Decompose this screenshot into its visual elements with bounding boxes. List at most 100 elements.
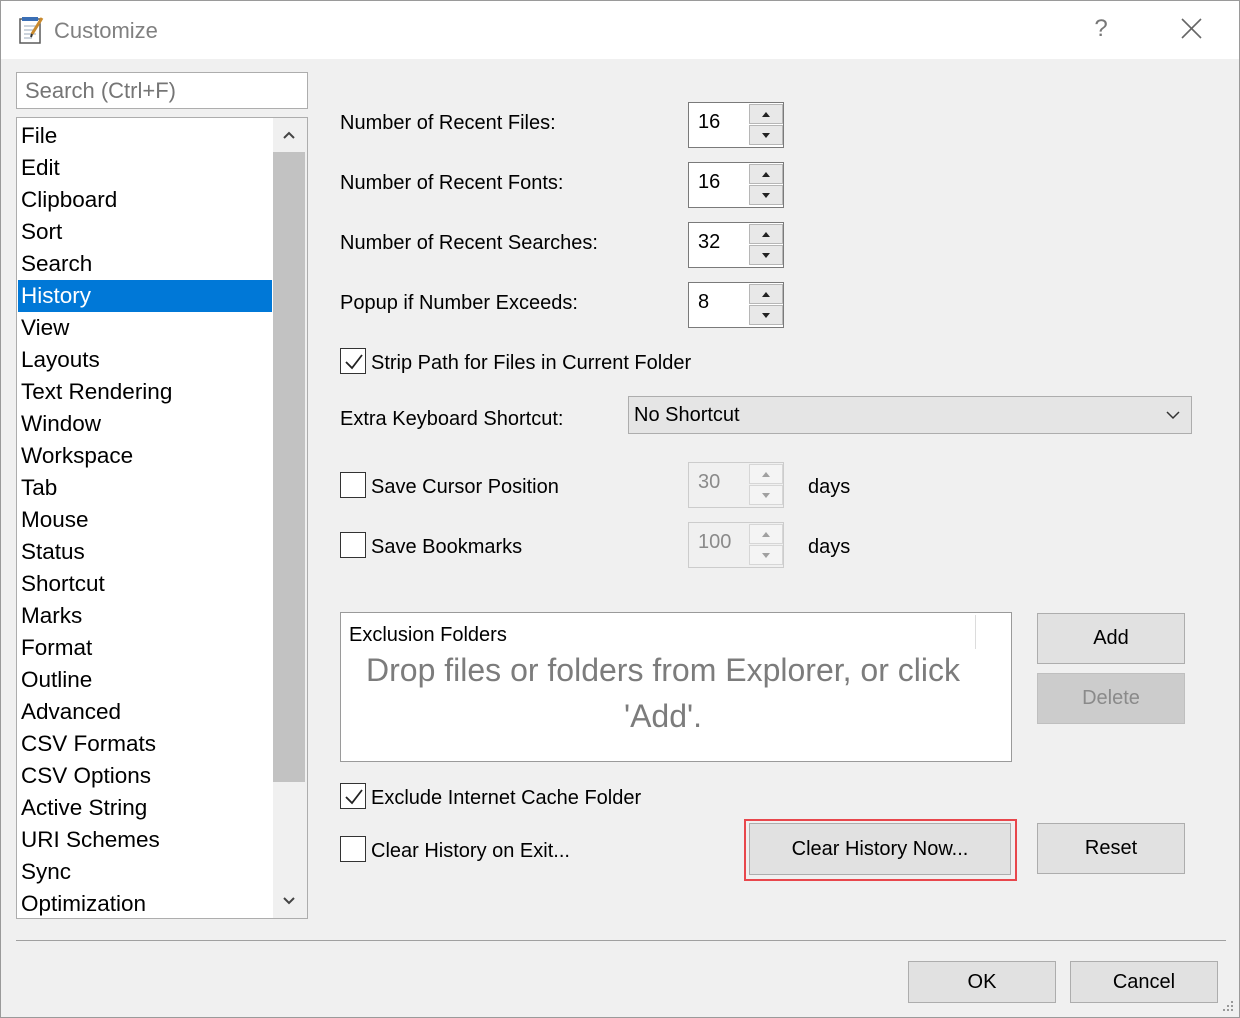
close-icon [1181, 18, 1202, 39]
shortcut-label: Extra Keyboard Shortcut: [340, 408, 564, 430]
add-button[interactable]: Add [1037, 613, 1185, 664]
exclusion-folders-header: Exclusion Folders [349, 624, 507, 646]
clear-on-exit-checkbox[interactable] [340, 836, 366, 862]
chevron-down-icon [1166, 411, 1180, 420]
category-item[interactable]: CSV Options [18, 760, 272, 792]
category-item[interactable]: Sort [18, 216, 272, 248]
recent-fonts-up[interactable] [749, 164, 783, 184]
save-bookmarks-days-unit: days [808, 536, 851, 558]
category-item[interactable]: Status [18, 536, 272, 568]
category-item[interactable]: Clipboard [18, 184, 272, 216]
exclusion-drop-hint: Drop files or folders from Explorer, or … [366, 652, 960, 734]
clear-history-now-button[interactable]: Clear History Now... [749, 823, 1011, 875]
category-item[interactable]: Format [18, 632, 272, 664]
scroll-thumb[interactable] [273, 152, 305, 782]
category-item[interactable]: File [18, 120, 272, 152]
resize-grip[interactable] [1219, 999, 1235, 1015]
category-item[interactable]: Text Rendering [18, 376, 272, 408]
shortcut-dropdown[interactable]: No Shortcut [628, 396, 1192, 434]
recent-searches-value[interactable]: 32 [698, 231, 720, 254]
category-item[interactable]: Mouse [18, 504, 272, 536]
help-button[interactable]: ? [1081, 9, 1121, 49]
recent-searches-up[interactable] [749, 224, 783, 244]
ok-button[interactable]: OK [908, 961, 1056, 1003]
recent-fonts-value[interactable]: 16 [698, 171, 720, 194]
category-item[interactable]: Outline [18, 664, 272, 696]
category-item[interactable]: Window [18, 408, 272, 440]
category-item[interactable]: Shortcut [18, 568, 272, 600]
scroll-up-button[interactable] [273, 120, 305, 150]
exclude-cache-label: Exclude Internet Cache Folder [371, 787, 642, 809]
save-cursor-label: Save Cursor Position [371, 476, 559, 498]
strip-path-checkbox[interactable] [340, 348, 366, 374]
search-input[interactable] [16, 72, 308, 109]
recent-files-up[interactable] [749, 104, 783, 124]
chevron-down-icon [283, 897, 295, 905]
recent-fonts-stepper[interactable]: 16 [688, 162, 784, 208]
save-bookmarks-label: Save Bookmarks [371, 536, 523, 558]
popup-exceeds-value[interactable]: 8 [698, 291, 709, 314]
category-item[interactable]: Sync [18, 856, 272, 888]
triangle-down-icon [762, 253, 770, 258]
triangle-down-icon [762, 553, 770, 558]
cancel-button[interactable]: Cancel [1070, 961, 1218, 1003]
category-item[interactable]: Advanced [18, 696, 272, 728]
exclude-cache-checkbox[interactable] [340, 783, 366, 809]
category-item[interactable]: Layouts [18, 344, 272, 376]
category-item[interactable]: Active String [18, 792, 272, 824]
save-cursor-days-up[interactable] [749, 464, 783, 484]
reset-button[interactable]: Reset [1037, 823, 1185, 874]
save-cursor-days-down[interactable] [749, 485, 783, 505]
category-item[interactable]: View [18, 312, 272, 344]
close-button[interactable] [1169, 9, 1213, 49]
triangle-up-icon [762, 292, 770, 297]
recent-files-value[interactable]: 16 [698, 111, 720, 134]
triangle-down-icon [762, 193, 770, 198]
category-item[interactable]: CSV Formats [18, 728, 272, 760]
triangle-down-icon [762, 313, 770, 318]
category-items: File Edit Clipboard Sort Search History View La… [18, 120, 272, 918]
popup-exceeds-down[interactable] [749, 305, 783, 325]
category-item[interactable]: Marks [18, 600, 272, 632]
notepad-icon [18, 15, 46, 45]
footer-separator [16, 940, 1226, 941]
category-item[interactable]: Edit [18, 152, 272, 184]
recent-fonts-label: Number of Recent Fonts: [340, 172, 564, 194]
popup-exceeds-label: Popup if Number Exceeds: [340, 292, 578, 314]
save-bookmarks-days-down[interactable] [749, 545, 783, 565]
recent-searches-down[interactable] [749, 245, 783, 265]
recent-fonts-down[interactable] [749, 185, 783, 205]
save-cursor-days-unit: days [808, 476, 851, 498]
category-item[interactable]: Optimization [18, 888, 272, 918]
scroll-down-button[interactable] [273, 886, 305, 916]
category-list[interactable]: File Edit Clipboard Sort Search History View La… [16, 117, 308, 919]
save-bookmarks-days-stepper[interactable]: 100 [688, 522, 784, 568]
title-bar: Customize ? [1, 1, 1239, 59]
triangle-up-icon [762, 112, 770, 117]
popup-exceeds-up[interactable] [749, 284, 783, 304]
save-bookmarks-days-up[interactable] [749, 524, 783, 544]
exclusion-folders-list[interactable]: Exclusion Folders Drop files or folders … [340, 612, 1012, 762]
save-cursor-checkbox[interactable] [340, 472, 366, 498]
popup-exceeds-stepper[interactable]: 8 [688, 282, 784, 328]
recent-files-stepper[interactable]: 16 [688, 102, 784, 148]
recent-files-down[interactable] [749, 125, 783, 145]
category-item[interactable]: Search [18, 248, 272, 280]
category-item[interactable]: Workspace [18, 440, 272, 472]
save-bookmarks-checkbox[interactable] [340, 532, 366, 558]
customize-dialog: Customize ? FileEditClipboardSortSearchH… [0, 0, 1240, 1018]
window-title: Customize [54, 18, 158, 43]
recent-searches-stepper[interactable]: 32 [688, 222, 784, 268]
delete-button[interactable]: Delete [1037, 673, 1185, 724]
category-item[interactable]: URI Schemes [18, 824, 272, 856]
category-item[interactable]: Tab [18, 472, 272, 504]
triangle-up-icon [762, 232, 770, 237]
triangle-down-icon [762, 493, 770, 498]
checkmark-icon [345, 789, 363, 805]
save-cursor-days-value: 30 [698, 471, 721, 493]
vertical-scrollbar[interactable] [273, 118, 307, 918]
category-item[interactable]: History [18, 280, 272, 312]
triangle-up-icon [762, 172, 770, 177]
shortcut-value: No Shortcut [634, 404, 740, 426]
save-cursor-days-stepper[interactable]: 30 [688, 462, 784, 508]
